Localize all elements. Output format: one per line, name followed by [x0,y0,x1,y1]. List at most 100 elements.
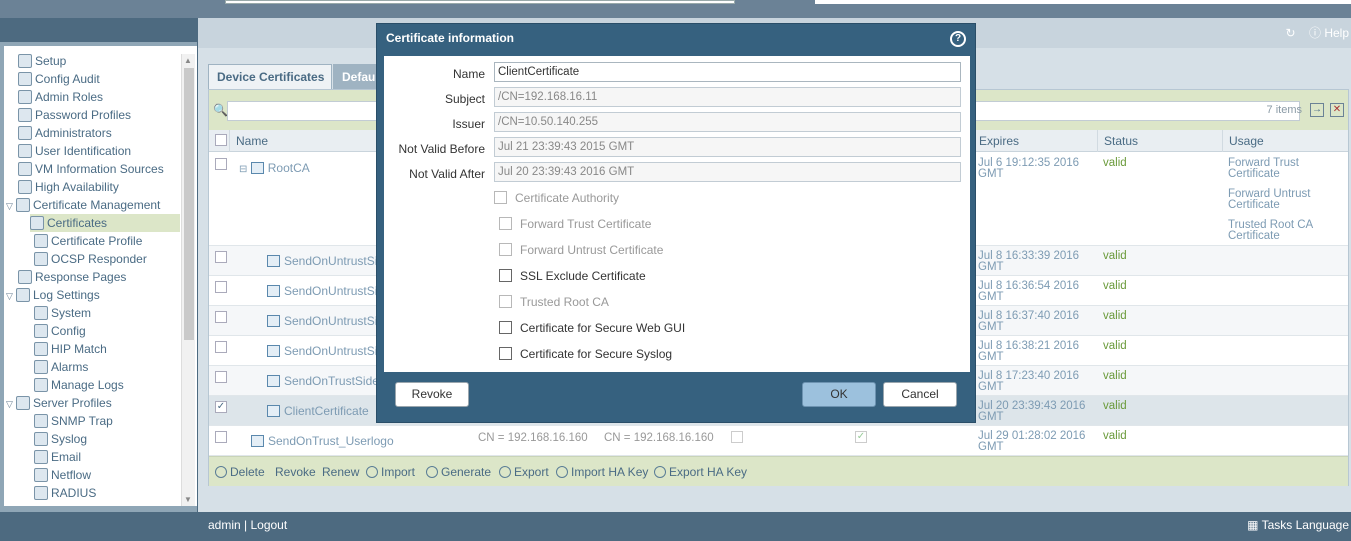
log-settings-icon [16,288,30,302]
import-ha-key-button[interactable]: Import HA Key [556,465,648,479]
row-checkbox[interactable] [215,158,227,170]
secure-syslog-checkbox[interactable]: Certificate for Secure Syslog [499,347,672,363]
row-usage: Trusted Root CA Certificate [1228,219,1313,242]
tab-default[interactable]: Defau [333,64,379,90]
col-status[interactable]: Status [1097,130,1222,152]
nav-item-certificate-management[interactable]: ▽ Certificate Management [6,196,160,214]
revoke-action-button[interactable]: Revoke [275,465,316,479]
nav-item-certificates[interactable]: Certificates [30,214,180,232]
ca-checkbox [731,431,743,443]
nav-item-system[interactable]: System [34,304,91,322]
forward-untrust-checkbox: Forward Untrust Certificate [499,243,663,259]
nav-item-hip-match[interactable]: HIP Match [34,340,107,358]
row-checkbox[interactable] [215,371,227,383]
row-checkbox[interactable] [215,311,227,323]
row-status: valid [1103,430,1127,442]
clear-filter-icon[interactable]: ✕ [1330,103,1344,117]
col-usage[interactable]: Usage [1222,130,1348,152]
delete-button[interactable]: Delete [215,465,265,479]
nav-item-response-pages[interactable]: Response Pages [18,268,126,286]
nav-item-config-audit[interactable]: Config Audit [18,70,100,88]
nav-item-snmp-trap[interactable]: SNMP Trap [34,412,113,430]
col-expires[interactable]: Expires [972,130,1097,152]
row-checkbox[interactable] [215,431,227,443]
row-checkbox[interactable] [215,281,227,293]
nav-item-manage-logs[interactable]: Manage Logs [34,376,124,394]
tasks-link[interactable]: Tasks [1262,518,1293,532]
nav-item-email[interactable]: Email [34,448,81,466]
tree-expand-icon[interactable]: ▽ [6,197,16,215]
import-ha-key-icon [556,466,568,478]
language-link[interactable]: Language [1296,518,1349,532]
row-status: valid [1103,400,1127,412]
export-ha-key-button[interactable]: Export HA Key [654,465,747,479]
tree-expand-icon[interactable]: ▽ [6,287,16,305]
certificate-icon [267,405,280,417]
help-icon[interactable]: ? [950,31,966,47]
logout-link[interactable]: Logout [250,518,287,532]
nav-item-syslog[interactable]: Syslog [34,430,87,448]
nav-item-alarms[interactable]: Alarms [34,358,88,376]
checkbox-box[interactable] [499,269,512,282]
table-row[interactable]: SendOnTrust_Userlogo CN = 192.168.16.160… [209,426,1348,456]
response-pages-icon [18,270,32,284]
import-button[interactable]: Import [366,465,415,479]
renew-button[interactable]: Renew [322,465,359,479]
nav-item-user-identification[interactable]: User Identification [18,142,131,160]
top-tabs [225,0,735,4]
row-checkbox[interactable] [215,341,227,353]
nav-item-certificate-profile[interactable]: Certificate Profile [34,232,142,250]
tree-expand-icon[interactable]: ▽ [6,395,16,413]
nav-scrollbar[interactable]: ▲ ▼ [181,54,195,506]
user-info: admin | Logout [208,518,288,532]
select-all-checkbox[interactable] [215,134,227,146]
nav-item-config[interactable]: Config [34,322,86,340]
nav-item-ocsp-responder[interactable]: OCSP Responder [34,250,147,268]
row-checkbox[interactable] [215,251,227,263]
scroll-up-icon[interactable]: ▲ [184,56,192,65]
nav-item-administrators[interactable]: Administrators [18,124,112,142]
nav-item-netflow[interactable]: Netflow [34,466,91,484]
ok-button[interactable]: OK [802,382,876,407]
row-name: ⊟ RootCA [239,161,310,175]
row-expires: Jul 6 19:12:35 2016 GMT [978,157,1080,180]
cancel-button[interactable]: Cancel [883,382,957,407]
collapse-icon[interactable]: ⊟ [239,164,247,175]
nav-item-password-profiles[interactable]: Password Profiles [18,106,131,124]
nav-item-high-availability[interactable]: High Availability [18,178,119,196]
tasks-icon[interactable]: ▦ [1247,518,1258,532]
certificate-icon [30,216,44,230]
nav-item-radius[interactable]: RADIUS [34,484,96,502]
export-icon [499,466,511,478]
help-icon[interactable]: ⓘ [1309,26,1321,40]
nav-item-server-profiles[interactable]: ▽ Server Profiles [6,394,112,412]
checkbox-box [499,217,512,230]
generate-button[interactable]: Generate [426,465,491,479]
row-expires: Jul 29 01:28:02 2016 GMT [978,430,1086,453]
certificate-authority-checkbox: Certificate Authority [494,191,619,207]
apply-filter-icon[interactable]: → [1310,103,1324,117]
tasks-area: ▦ Tasks Language [1247,518,1349,532]
sidebar-nav: Setup Config Audit Admin Roles Password … [4,46,197,506]
checkbox-box[interactable] [499,321,512,334]
checkbox-box[interactable] [499,347,512,360]
secure-web-gui-checkbox[interactable]: Certificate for Secure Web GUI [499,321,685,337]
refresh-icon[interactable]: ↻ [1286,26,1296,40]
tab-device-certificates[interactable]: Device Certificates [208,64,332,90]
scroll-down-icon[interactable]: ▼ [184,495,192,504]
help-link[interactable]: Help [1324,26,1349,40]
export-button[interactable]: Export [499,465,549,479]
name-field[interactable]: ClientCertificate [494,62,961,82]
nav-item-setup[interactable]: Setup [18,52,66,70]
scrollbar-thumb[interactable] [184,68,194,340]
row-checkbox-checked[interactable]: ✓ [215,401,227,413]
nav-item-admin-roles[interactable]: Admin Roles [18,88,103,106]
certificate-icon [267,375,280,387]
top-strip [0,0,1351,18]
nav-item-vm-information-sources[interactable]: VM Information Sources [18,160,164,178]
revoke-button[interactable]: Revoke [395,382,469,407]
alarms-icon [34,360,48,374]
status-bar: admin | Logout ▦ Tasks Language [198,512,1351,541]
nav-item-log-settings[interactable]: ▽ Log Settings [6,286,100,304]
ssl-exclude-checkbox[interactable]: SSL Exclude Certificate [499,269,646,285]
